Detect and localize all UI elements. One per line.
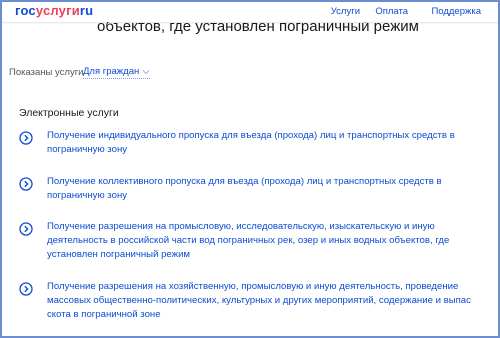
service-link[interactable]: Получение разрешения на промысловую, исс… <box>47 220 467 262</box>
service-link[interactable]: Получение разрешения на хозяйственную, п… <box>47 280 479 322</box>
service-item-economic-activity-permit[interactable]: Получение разрешения на хозяйственную, п… <box>19 280 479 322</box>
section-title: Электронные услуги <box>19 107 119 119</box>
service-link[interactable]: Получение коллективного пропуска для въе… <box>47 175 479 203</box>
audience-filter-dropdown[interactable]: Для граждан <box>83 66 151 79</box>
chevron-right-circle-icon <box>19 131 33 145</box>
filter-label: Показаны услуги <box>9 67 84 78</box>
chevron-down-icon <box>142 69 150 74</box>
nav-item-payment[interactable]: Оплата <box>375 6 408 17</box>
service-item-collective-pass[interactable]: Получение коллективного пропуска для въе… <box>19 175 479 203</box>
nav-item-support[interactable]: Поддержка <box>431 6 481 17</box>
service-link[interactable]: Получение индивидуального пропуска для в… <box>47 129 479 157</box>
nav-item-services[interactable]: Услуги <box>331 6 360 17</box>
chevron-right-circle-icon <box>19 282 33 296</box>
service-item-water-activity-permit[interactable]: Получение разрешения на промысловую, исс… <box>19 220 479 262</box>
logo-part-uslugi: услуги <box>35 3 80 18</box>
chevron-right-circle-icon <box>19 222 33 236</box>
gosuslugi-logo[interactable]: госуслугиru <box>15 3 93 18</box>
audience-filter-value: Для граждан <box>83 66 140 77</box>
chevron-right-circle-icon <box>19 177 33 191</box>
service-item-individual-pass[interactable]: Получение индивидуального пропуска для в… <box>19 129 479 157</box>
logo-part-gos: гос <box>15 3 36 18</box>
site-header: госуслугиru Услуги Оплата Поддержка <box>2 2 498 22</box>
logo-part-ru: ru <box>79 3 94 18</box>
